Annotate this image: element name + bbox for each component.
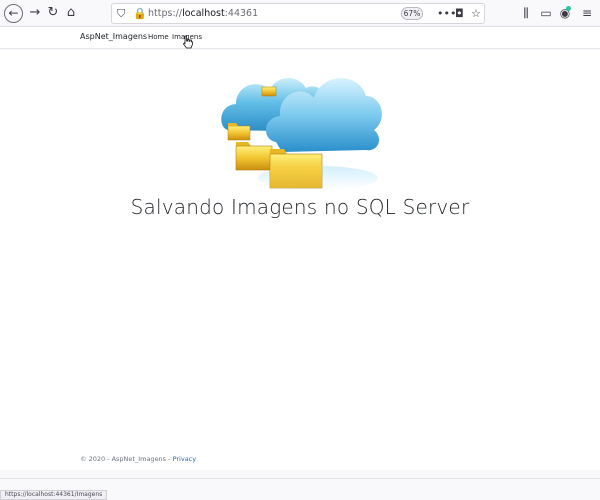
shield-icon[interactable]: ⛉ xyxy=(117,6,125,22)
url-bar[interactable]: ⛉ 🔒 https://localhost:44361 67% ••• ◘ ☆ xyxy=(111,3,485,24)
privacy-link[interactable]: Privacy xyxy=(173,455,197,463)
url-scheme: https:// xyxy=(148,8,183,19)
browser-toolbar: ← → ↻ ⌂ ⛉ 🔒 https://localhost:44361 67% … xyxy=(0,0,600,27)
url-port: :44361 xyxy=(224,8,259,19)
reload-icon[interactable]: ↻ xyxy=(44,4,62,22)
menu-icon[interactable]: ≡ xyxy=(579,4,595,22)
back-icon[interactable]: ← xyxy=(4,4,23,23)
url-host: localhost xyxy=(182,8,225,19)
site-navbar: AspNet_Imagens Home Imagens xyxy=(0,27,600,49)
navbar-brand[interactable]: AspNet_Imagens xyxy=(80,32,147,41)
zoom-indicator[interactable]: 67% xyxy=(401,7,423,20)
library-icon[interactable]: ⫼ xyxy=(518,4,534,22)
notification-dot xyxy=(566,6,571,11)
url-text[interactable]: https://localhost:44361 xyxy=(148,7,258,21)
page-actions-icon[interactable]: ••• xyxy=(437,6,456,22)
status-bar-url: https://localhost:44361/Imagens xyxy=(0,490,108,500)
home-icon[interactable]: ⌂ xyxy=(62,4,80,22)
footer-divider xyxy=(0,478,600,479)
nav-link-home[interactable]: Home xyxy=(148,33,169,41)
hand-cursor-icon xyxy=(183,35,193,49)
lock-warning-icon[interactable]: 🔒 xyxy=(133,6,147,22)
footer: © 2020 - AspNet_Imagens - Privacy xyxy=(80,455,196,463)
bookmark-star-icon[interactable]: ☆ xyxy=(471,6,481,22)
page-heading: Salvando Imagens no SQL Server xyxy=(130,195,470,219)
cloud-folders-image xyxy=(221,78,382,190)
forward-icon[interactable]: → xyxy=(26,4,44,22)
pocket-icon[interactable]: ◘ xyxy=(455,6,464,22)
sidebar-icon[interactable]: ▭ xyxy=(538,4,554,22)
main-content: Salvando Imagens no SQL Server xyxy=(0,50,600,470)
footer-copyright: © 2020 - AspNet_Imagens - xyxy=(80,455,171,463)
